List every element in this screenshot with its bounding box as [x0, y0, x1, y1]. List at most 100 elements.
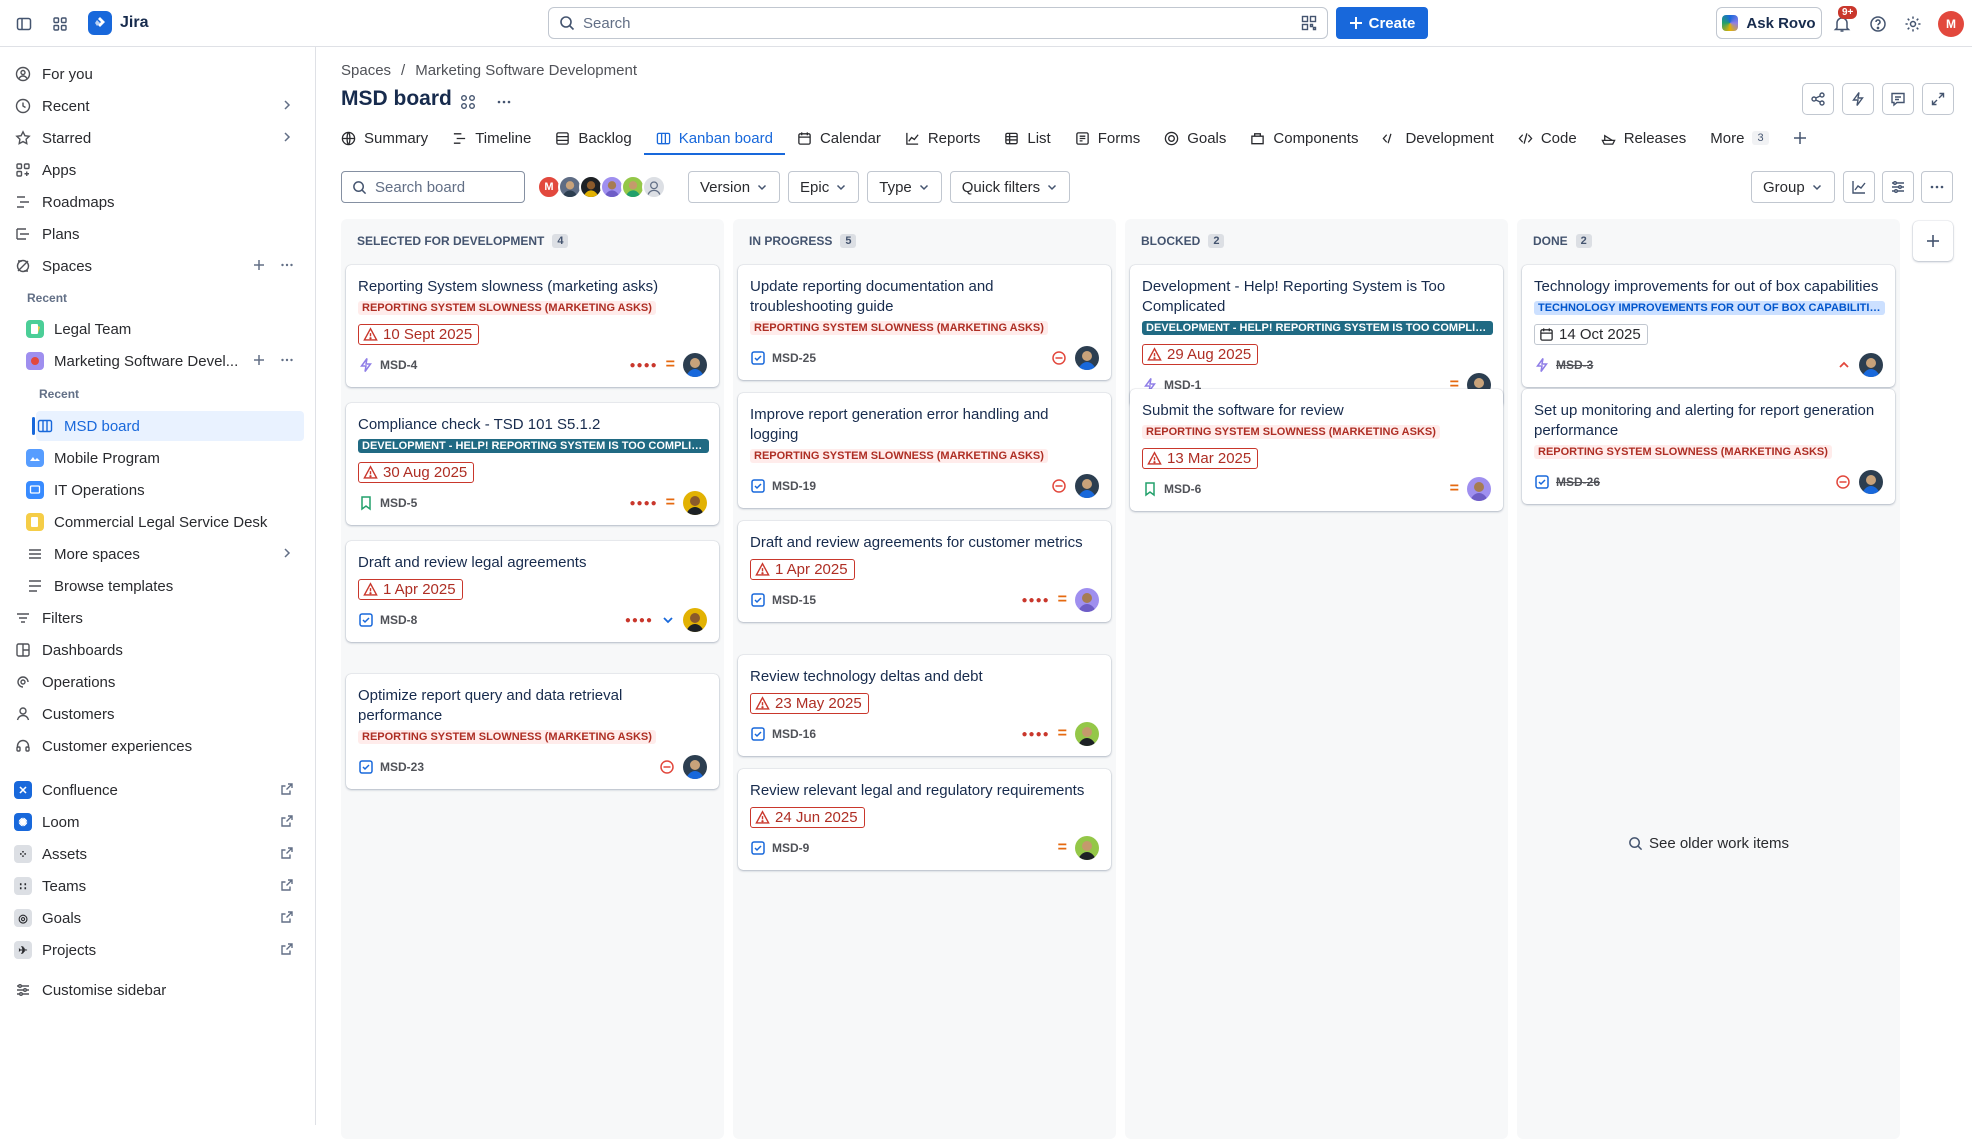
issue-card[interactable]: Improve report generation error handling…: [738, 393, 1111, 508]
sidebar-item-roadmaps[interactable]: Roadmaps: [14, 187, 304, 217]
tab-releases[interactable]: Releases: [1589, 121, 1699, 155]
issue-card[interactable]: Review relevant legal and regulatory req…: [738, 769, 1111, 870]
sidebar-item-for-you[interactable]: For you: [14, 59, 304, 89]
avatar[interactable]: [683, 491, 707, 515]
sidebar-item-recent[interactable]: Recent: [14, 91, 304, 121]
issue-card[interactable]: Update reporting documentation and troub…: [738, 265, 1111, 380]
tab-backlog[interactable]: Backlog: [543, 121, 643, 155]
breadcrumb-spaces-link[interactable]: Spaces: [341, 62, 391, 79]
settings-gear-icon[interactable]: [1901, 12, 1925, 36]
issue-card[interactable]: Development - Help! Reporting System is …: [1130, 265, 1503, 407]
tab-components[interactable]: Components: [1238, 121, 1370, 155]
avatar[interactable]: [1075, 588, 1099, 612]
ask-rovo-button[interactable]: Ask Rovo: [1716, 7, 1822, 39]
board-more-button[interactable]: [1921, 171, 1953, 203]
sidebar-item-more-spaces[interactable]: More spaces: [26, 539, 304, 569]
help-icon[interactable]: [1866, 12, 1890, 36]
issue-card[interactable]: Technology improvements for out of box c…: [1522, 265, 1895, 387]
group-by-dropdown[interactable]: Group: [1751, 171, 1835, 203]
sidebar-item-starred[interactable]: Starred: [14, 123, 304, 153]
qr-scan-icon[interactable]: [1301, 15, 1317, 31]
issue-key[interactable]: MSD-19: [772, 479, 816, 493]
fullscreen-button[interactable]: [1922, 83, 1954, 115]
team-people-icon[interactable]: [455, 89, 481, 115]
issue-card[interactable]: Draft and review agreements for customer…: [738, 521, 1111, 622]
tab-code[interactable]: Code: [1506, 121, 1589, 155]
sidebar-item-dashboards[interactable]: Dashboards: [14, 635, 304, 665]
sidebar-item-customers[interactable]: Customers: [14, 699, 304, 729]
version-filter-dropdown[interactable]: Version: [688, 171, 781, 203]
tab-forms[interactable]: Forms: [1063, 121, 1153, 155]
more-actions-icon[interactable]: [491, 89, 517, 115]
more-horizontal-icon[interactable]: [280, 353, 294, 367]
issue-key[interactable]: MSD-23: [380, 760, 424, 774]
app-switcher-icon[interactable]: [48, 12, 72, 36]
issue-card[interactable]: Submit the software for review REPORTING…: [1130, 389, 1503, 511]
sidebar-app-teams[interactable]: ∷ Teams: [14, 871, 304, 901]
global-search-input[interactable]: Search: [548, 7, 1328, 39]
share-button[interactable]: [1802, 83, 1834, 115]
issue-key[interactable]: MSD-3: [1556, 358, 1593, 372]
issue-card[interactable]: Optimize report query and data retrieval…: [346, 674, 719, 789]
issue-card[interactable]: Review technology deltas and debt 23 May…: [738, 655, 1111, 756]
sidebar-app-assets[interactable]: ⁘ Assets: [14, 839, 304, 869]
issue-key[interactable]: MSD-26: [1556, 475, 1600, 489]
epic-filter-dropdown[interactable]: Epic: [788, 171, 860, 203]
sidebar-item-customer-experiences[interactable]: Customer experiences: [14, 731, 304, 761]
sidebar-item-msd-board[interactable]: MSD board: [32, 411, 304, 441]
sidebar-space-mobile-program[interactable]: Mobile Program: [26, 443, 304, 473]
sidebar-space-marketing[interactable]: Marketing Software Devel...: [26, 346, 304, 376]
quick-filters-dropdown[interactable]: Quick filters: [949, 171, 1071, 203]
avatar[interactable]: [683, 755, 707, 779]
insights-button[interactable]: [1843, 171, 1875, 203]
issue-card[interactable]: Reporting System slowness (marketing ask…: [346, 265, 719, 387]
avatar[interactable]: [1075, 836, 1099, 860]
issue-key[interactable]: MSD-4: [380, 358, 417, 372]
issue-key[interactable]: MSD-5: [380, 496, 417, 510]
sidebar-toggle-icon[interactable]: [12, 12, 36, 36]
sidebar-app-loom[interactable]: ✺ Loom: [14, 807, 304, 837]
avatar[interactable]: [1075, 346, 1099, 370]
more-horizontal-icon[interactable]: [280, 258, 294, 272]
sidebar-item-spaces[interactable]: Spaces: [14, 251, 304, 281]
create-button[interactable]: Create: [1336, 7, 1428, 39]
tab-calendar[interactable]: Calendar: [785, 121, 893, 155]
see-older-work-items-link[interactable]: See older work items: [1517, 835, 1900, 852]
issue-key[interactable]: MSD-9: [772, 841, 809, 855]
avatar[interactable]: [1467, 477, 1491, 501]
issue-key[interactable]: MSD-8: [380, 613, 417, 627]
tab-development[interactable]: Development: [1370, 121, 1505, 155]
avatar[interactable]: [683, 608, 707, 632]
sidebar-space-it-operations[interactable]: IT Operations: [26, 475, 304, 505]
avatar[interactable]: [642, 175, 666, 199]
tab-goals[interactable]: Goals: [1152, 121, 1238, 155]
sidebar-app-projects[interactable]: ✈ Projects: [14, 935, 304, 965]
tab-summary[interactable]: Summary: [341, 121, 440, 155]
jira-logo[interactable]: Jira: [88, 11, 148, 35]
feedback-button[interactable]: [1882, 83, 1914, 115]
issue-card[interactable]: Compliance check - TSD 101 S5.1.2 DEVELO…: [346, 403, 719, 525]
sidebar-item-filters[interactable]: Filters: [14, 603, 304, 633]
tab-more[interactable]: More 3: [1698, 121, 1780, 155]
sidebar-item-apps[interactable]: Apps: [14, 155, 304, 185]
sidebar-item-operations[interactable]: Operations: [14, 667, 304, 697]
issue-card[interactable]: Set up monitoring and alerting for repor…: [1522, 389, 1895, 504]
sidebar-space-commercial-legal[interactable]: Commercial Legal Service Desk: [26, 507, 304, 537]
tab-kanban-board[interactable]: Kanban board: [643, 121, 786, 155]
add-column-button[interactable]: [1913, 221, 1953, 261]
automation-button[interactable]: [1842, 83, 1874, 115]
breadcrumb-project-link[interactable]: Marketing Software Development: [415, 62, 637, 79]
view-settings-button[interactable]: [1882, 171, 1914, 203]
avatar[interactable]: [1859, 353, 1883, 377]
issue-key[interactable]: MSD-25: [772, 351, 816, 365]
avatar[interactable]: [1075, 722, 1099, 746]
plus-icon[interactable]: [252, 258, 266, 272]
tab-timeline[interactable]: Timeline: [440, 121, 543, 155]
issue-card[interactable]: Draft and review legal agreements 1 Apr …: [346, 541, 719, 642]
type-filter-dropdown[interactable]: Type: [867, 171, 942, 203]
sidebar-customise[interactable]: Customise sidebar: [14, 975, 304, 1005]
issue-key[interactable]: MSD-15: [772, 593, 816, 607]
add-tab-button[interactable]: [1781, 121, 1819, 155]
sidebar-app-goals[interactable]: ◎ Goals: [14, 903, 304, 933]
tab-reports[interactable]: Reports: [893, 121, 993, 155]
